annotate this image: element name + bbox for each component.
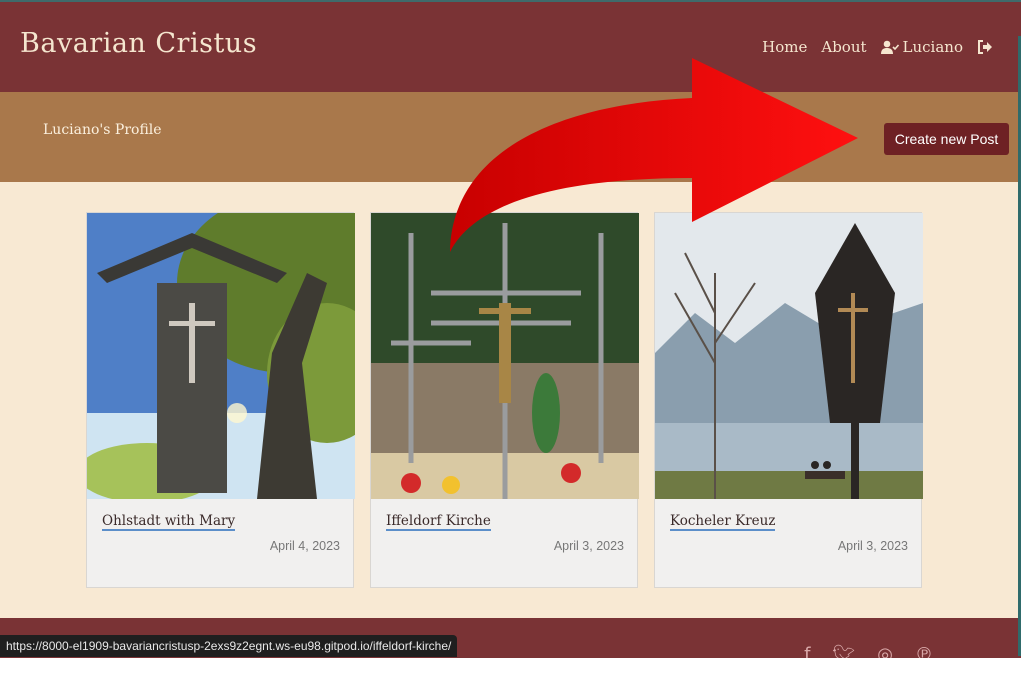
profile-title: Luciano's Profile <box>43 122 162 138</box>
post-title-link[interactable]: Kocheler Kreuz <box>670 513 776 532</box>
link-preview-status-bar: https://8000-el1909-bavariancristusp-2ex… <box>0 635 458 657</box>
post-date: April 3, 2023 <box>553 539 624 553</box>
navbar: Bavarian Cristus Home About Luciano <box>0 0 1021 92</box>
post-card[interactable]: Kocheler Kreuz April 3, 2023 <box>654 212 923 588</box>
post-image-kochel[interactable] <box>655 213 923 499</box>
page-bottom <box>0 658 1021 687</box>
post-card[interactable]: Ohlstadt with Mary April 4, 2023 <box>86 212 355 588</box>
brand-logo[interactable]: Bavarian Cristus <box>20 28 257 59</box>
posts-section: Ohlstadt with Mary April 4, 2023 Iffeldo… <box>0 182 1021 618</box>
post-date: April 3, 2023 <box>837 539 908 553</box>
post-image-iffeldorf[interactable] <box>371 213 639 499</box>
profile-header: Luciano's Profile Create new Post <box>0 92 1021 182</box>
nav-user-label: Luciano <box>902 38 963 56</box>
post-image-ohlstadt[interactable] <box>87 213 355 499</box>
nav-user-link[interactable]: Luciano <box>880 38 963 56</box>
post-title-link[interactable]: Iffeldorf Kirche <box>386 513 491 532</box>
post-date: April 4, 2023 <box>269 539 340 553</box>
create-post-button[interactable]: Create new Post <box>884 123 1009 155</box>
user-check-icon <box>880 40 899 54</box>
post-card[interactable]: Iffeldorf Kirche April 3, 2023 <box>370 212 639 588</box>
post-title-link[interactable]: Ohlstadt with Mary <box>102 513 236 532</box>
nav-about-link[interactable]: About <box>821 38 866 56</box>
nav-links: Home About Luciano <box>762 38 993 56</box>
logout-icon[interactable] <box>977 40 993 54</box>
nav-home-link[interactable]: Home <box>762 38 807 56</box>
